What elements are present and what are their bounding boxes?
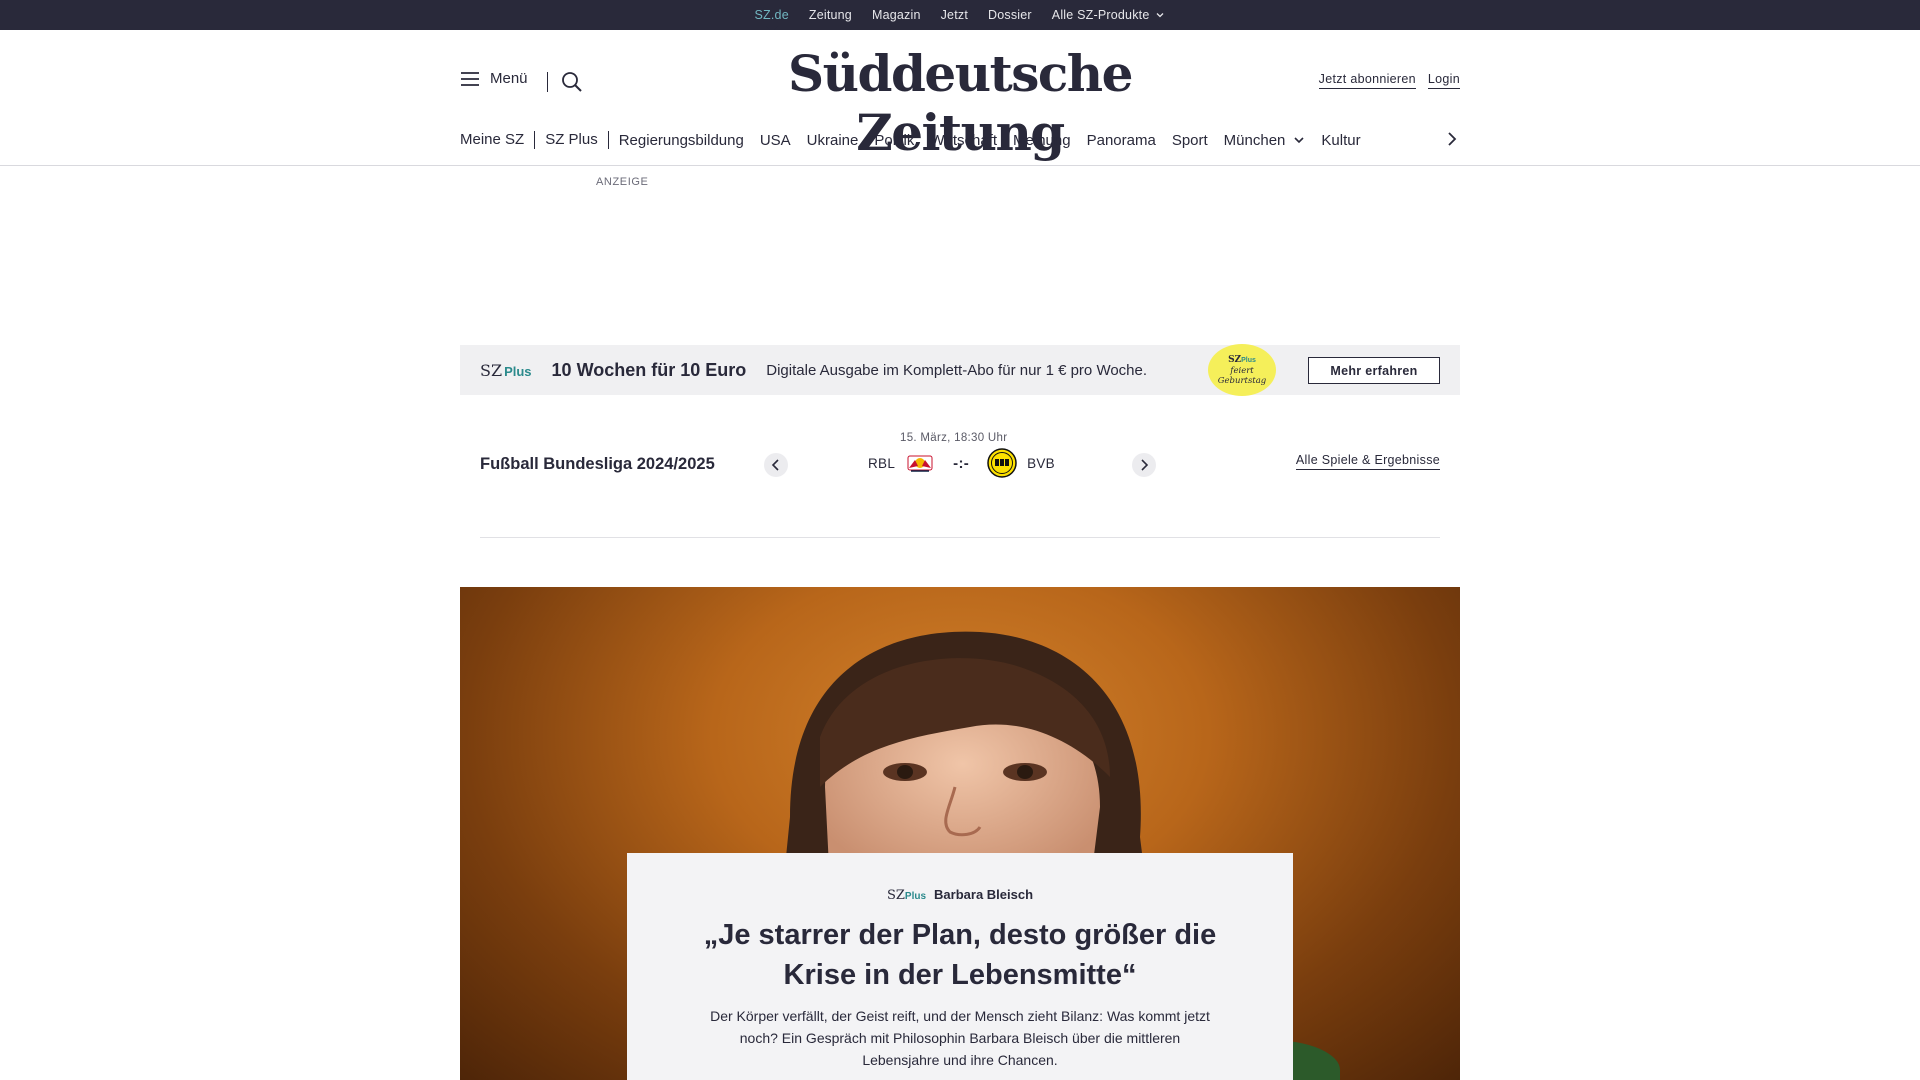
bvb-logo-icon: [987, 448, 1017, 478]
sz-plus-logo: SZ Plus: [480, 361, 532, 380]
promo-title: 10 Wochen für 10 Euro: [551, 359, 747, 380]
nav-item-wirtschaft[interactable]: Wirtschaft: [930, 132, 1013, 149]
divider: [547, 72, 548, 92]
nav-item-panorama[interactable]: Panorama: [1087, 132, 1172, 149]
article-author: Barbara Bleisch: [934, 887, 1034, 902]
account-links: Jetzt abonnieren Login: [1318, 72, 1460, 89]
away-team: BVB: [1027, 455, 1055, 471]
match-score: -:-: [953, 454, 970, 472]
birthday-badge: SZPlus feiert Geburtstag: [1208, 344, 1276, 396]
menu-label: Menü: [490, 70, 528, 87]
badge-logo-sz: SZ: [1228, 354, 1242, 365]
main-navigation: Meine SZ SZ Plus Regierungsbildung USA U…: [460, 128, 1460, 152]
bundesliga-widget: Fußball Bundesliga 2024/2025 15. März, 1…: [460, 420, 1460, 540]
sz-plus-logo-plus: Plus: [504, 363, 532, 379]
league-title: Fußball Bundesliga 2024/2025: [480, 455, 715, 473]
sz-plus-label-plus: Plus: [904, 891, 927, 902]
promo-text: Digitale Ausgabe im Komplett-Abo für nur…: [766, 361, 1148, 379]
badge-logo-plus: Plus: [1241, 356, 1256, 364]
badge-line-2: Geburtstag: [1217, 375, 1267, 386]
nav-item-meinung[interactable]: Meinung: [1013, 132, 1087, 149]
badge-logo: SZPlus: [1228, 355, 1256, 366]
chevron-right-icon: [1141, 459, 1149, 471]
site-header: Menü Süddeutsche Zeitung Jetzt abonniere…: [0, 30, 1920, 166]
topbar-item-szde[interactable]: SZ.de: [755, 8, 789, 22]
nav-item-muenchen[interactable]: München: [1224, 132, 1322, 149]
chevron-down-icon: [1157, 13, 1164, 18]
chevron-down-icon: [1294, 137, 1304, 144]
chevron-left-icon: [771, 459, 779, 471]
topbar-item-zeitung[interactable]: Zeitung: [809, 8, 852, 22]
match-row[interactable]: RBL -:- BVB: [868, 448, 1055, 478]
article-teaser-card[interactable]: SZPlus Barbara Bleisch „Je starrer der P…: [627, 853, 1293, 1080]
nav-item-politik[interactable]: Politik: [874, 132, 930, 149]
sz-plus-label: SZPlus: [887, 888, 926, 903]
article-headline[interactable]: „Je starrer der Plan, desto größer die K…: [680, 915, 1240, 995]
product-bar: SZ.de Zeitung Magazin Jetzt Dossier Alle…: [0, 0, 1920, 30]
topbar-products-dropdown[interactable]: Alle SZ-Produkte: [1052, 8, 1166, 22]
match-date: 15. März, 18:30 Uhr: [900, 432, 1008, 444]
hamburger-icon: [461, 71, 479, 86]
home-team: RBL: [868, 455, 896, 471]
article-meta: SZPlus Barbara Bleisch: [627, 887, 1293, 903]
nav-item-kultur[interactable]: Kultur: [1321, 132, 1376, 149]
nav-item-usa[interactable]: USA: [760, 132, 807, 149]
all-games-link[interactable]: Alle Spiele & Ergebnisse: [1295, 453, 1440, 470]
previous-match-button[interactable]: [764, 453, 788, 477]
nav-item-meine-sz[interactable]: Meine SZ: [460, 131, 536, 149]
sz-plus-label-sz: SZ: [886, 888, 905, 903]
next-match-button[interactable]: [1132, 453, 1156, 477]
learn-more-button[interactable]: Mehr erfahren: [1308, 357, 1440, 384]
nav-item-ukraine[interactable]: Ukraine: [807, 132, 875, 149]
search-icon: [562, 72, 582, 92]
divider: [480, 537, 1440, 538]
subscribe-link[interactable]: Jetzt abonnieren: [1318, 72, 1416, 89]
rb-leipzig-logo-icon: [907, 455, 933, 472]
topbar-item-dossier[interactable]: Dossier: [988, 8, 1032, 22]
topbar-item-jetzt[interactable]: Jetzt: [941, 8, 968, 22]
topbar-item-magazin[interactable]: Magazin: [872, 8, 921, 22]
topbar-products-label: Alle SZ-Produkte: [1051, 8, 1150, 22]
ad-label: ANZEIGE: [596, 176, 649, 188]
nav-item-regierungsbildung[interactable]: Regierungsbildung: [619, 132, 760, 149]
sz-plus-logo-sz: SZ: [480, 360, 503, 380]
menu-button[interactable]: Menü: [460, 70, 528, 87]
nav-item-sport[interactable]: Sport: [1172, 132, 1224, 149]
subscription-promo: SZ Plus 10 Wochen für 10 Euro Digitale Au…: [460, 344, 1460, 396]
nav-item-sz-plus[interactable]: SZ Plus: [545, 131, 609, 149]
search-button[interactable]: [560, 70, 584, 99]
badge-line-1: feiert: [1230, 365, 1254, 376]
login-link[interactable]: Login: [1427, 72, 1460, 89]
nav-item-muenchen-label: München: [1223, 131, 1286, 149]
chevron-right-icon[interactable]: [1444, 130, 1460, 148]
article-teaser: Der Körper verfällt, der Geist reift, un…: [710, 1008, 1210, 1068]
